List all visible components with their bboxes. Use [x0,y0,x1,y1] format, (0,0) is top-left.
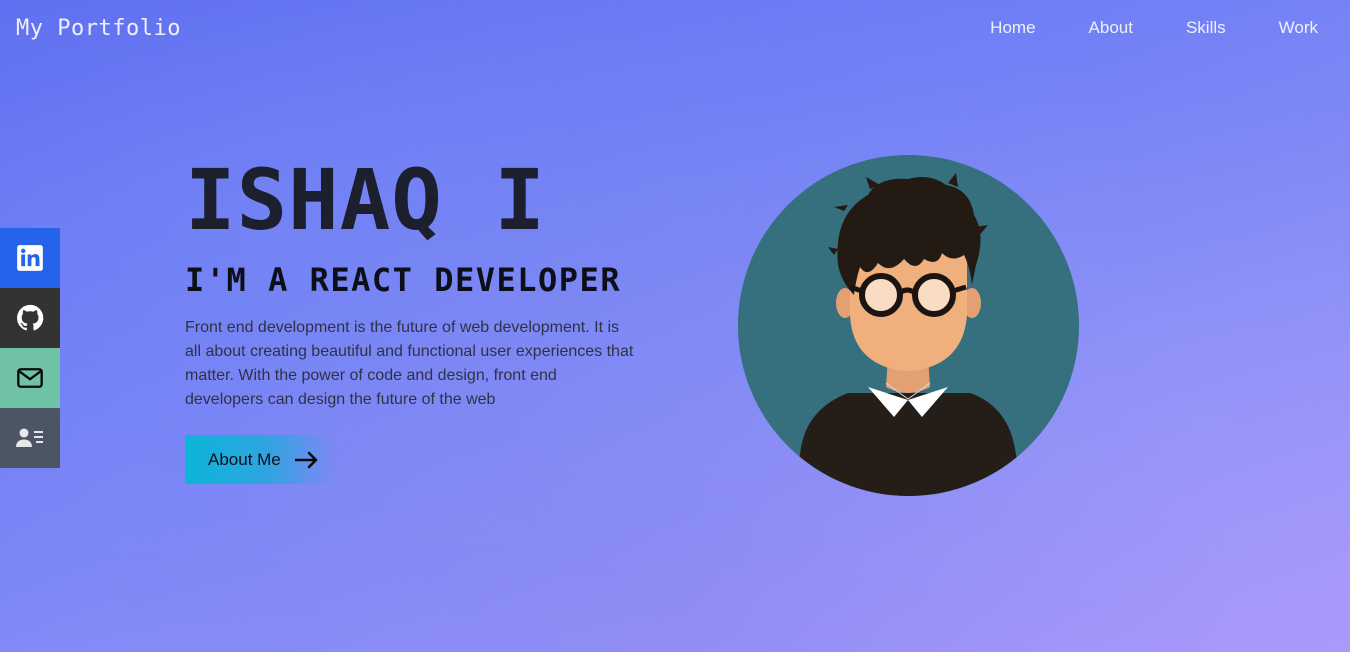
arrow-right-icon [294,451,318,468]
site-brand[interactable]: My Portfolio [16,16,181,41]
nav-skills-link[interactable]: Skills [1186,18,1226,38]
mail-button[interactable] [0,348,60,408]
social-links-sidebar [0,228,60,468]
hero-description: Front end development is the future of w… [185,319,634,408]
resume-button[interactable] [0,408,60,468]
about-me-button[interactable]: About Me [185,435,335,484]
hero-section: ISHAQ I I'M A REACT DEVELOPER Front end … [185,150,645,412]
profile-avatar [738,155,1079,496]
github-button[interactable] [0,288,60,348]
hero-role: I'M A REACT DEVELOPER [185,261,622,299]
developer-avatar-illustration [738,155,1079,496]
main-nav: Home About Skills Work [937,18,1318,38]
hero-name: ISHAQ I [185,151,547,249]
nav-about-link[interactable]: About [1089,18,1133,38]
nav-work-link[interactable]: Work [1279,18,1318,38]
linkedin-button[interactable] [0,228,60,288]
contact-card-icon [16,428,43,447]
nav-home-link[interactable]: Home [990,18,1035,38]
top-navbar: My Portfolio Home About Skills Work [0,0,1350,58]
github-icon [17,304,44,331]
about-me-label: About Me [208,449,281,469]
linkedin-icon [17,245,43,271]
mail-icon [17,368,43,388]
